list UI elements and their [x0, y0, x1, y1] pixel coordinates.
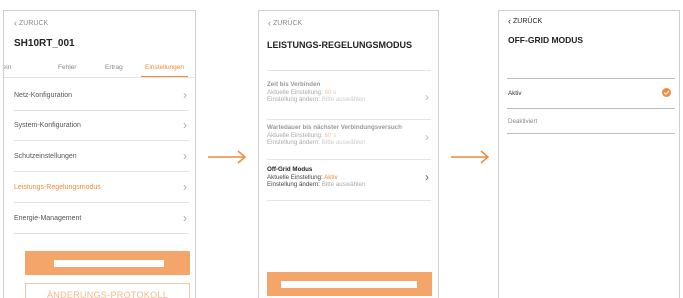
- change-log-button[interactable]: ÄNDERUNGS-PROTOKOLL: [25, 283, 190, 298]
- off-grid-mode-screen: ‹ ZURÜCK OFF-GRID MODUS Aktiv Deaktivier…: [498, 10, 680, 298]
- tab-fehler[interactable]: Fehler: [58, 64, 76, 71]
- change-setting-line: Einstellung ändern: Bitte auswählen: [267, 139, 431, 147]
- change-setting-line: Einstellung ändern: Bitte auswählen: [267, 96, 431, 104]
- divider: [267, 70, 431, 71]
- setting-item-wartedauer[interactable]: Wartedauer bis nächster Verbindungsversu…: [267, 121, 431, 160]
- menu-item-label: Netz-Konfiguration: [14, 92, 72, 99]
- menu-item-label: Leistungs-Regelungsmodus: [14, 184, 101, 191]
- change-setting-hint: Bitte auswählen: [321, 181, 366, 188]
- setting-title: Wartedauer bis nächster Verbindungsversu…: [267, 124, 402, 131]
- change-setting-label: Einstellung ändern:: [267, 96, 320, 103]
- menu-item-system-konfiguration[interactable]: System-Konfiguration ›: [14, 111, 189, 141]
- menu-item-label: Energie-Management: [14, 215, 82, 222]
- redacted-label: [54, 260, 164, 267]
- chevron-right-icon: ›: [425, 130, 429, 144]
- setting-item-zeit-bis-verbinden[interactable]: Zeit bis Verbinden Aktuelle Einstellung:…: [267, 81, 431, 120]
- divider: [507, 78, 675, 79]
- device-name: SH10RT_001: [14, 38, 75, 49]
- tab-divider: [4, 77, 195, 78]
- divider: [507, 133, 675, 134]
- change-setting-label: Einstellung ändern:: [267, 139, 320, 146]
- menu-item-schutzeinstellungen[interactable]: Schutzeinstellungen ›: [14, 142, 189, 172]
- chevron-right-icon: ›: [183, 88, 187, 102]
- setting-title: Zeit bis Verbinden: [267, 81, 321, 88]
- change-setting-hint: Bitte auswählen: [321, 139, 366, 146]
- chevron-left-icon: ‹: [508, 16, 511, 26]
- chevron-right-icon: ›: [425, 170, 429, 184]
- current-setting-line: Aktuelle Einstellung: 60 s: [267, 89, 431, 97]
- setting-item-off-grid-modus[interactable]: Off-Grid Modus Aktuelle Einstellung: Akt…: [267, 161, 431, 201]
- back-label: ZURÜCK: [273, 20, 303, 27]
- current-setting-value: 60 s: [324, 131, 337, 139]
- tab-ertrag[interactable]: Ertrag: [105, 64, 123, 71]
- back-label: ZURÜCK: [513, 18, 543, 25]
- primary-action-button[interactable]: [25, 251, 190, 275]
- chevron-right-icon: ›: [183, 180, 187, 194]
- chevron-right-icon: ›: [183, 118, 187, 132]
- chevron-right-icon: ›: [183, 149, 187, 163]
- divider: [507, 108, 675, 109]
- menu-item-netz-konfiguration[interactable]: Netz-Konfiguration ›: [14, 81, 189, 111]
- tab-bar: gemein Fehler Ertrag Einstellungen: [4, 64, 195, 78]
- arrow-right-icon: [207, 150, 247, 164]
- menu-item-energie-management[interactable]: Energie-Management ›: [14, 204, 189, 234]
- option-deaktiviert[interactable]: Deaktiviert: [508, 118, 537, 125]
- current-setting-label: Aktuelle Einstellung:: [267, 173, 323, 181]
- checkmark-icon: [662, 88, 671, 97]
- redacted-label: [281, 281, 417, 288]
- menu-item-label: System-Konfiguration: [14, 122, 81, 129]
- page-title: OFF-GRID MODUS: [508, 35, 584, 45]
- tab-allgemein[interactable]: gemein: [4, 64, 11, 71]
- chevron-left-icon: ‹: [14, 18, 17, 28]
- power-control-screen: ‹ ZURÜCK LEISTUNGS-REGELUNGSMODUS Zeit b…: [258, 10, 439, 298]
- chevron-right-icon: ›: [183, 211, 187, 225]
- current-setting-value: Aktiv: [324, 173, 338, 181]
- current-setting-label: Aktuelle Einstellung:: [267, 88, 323, 96]
- current-setting-line: Aktuelle Einstellung: 60 s: [267, 132, 431, 140]
- option-aktiv[interactable]: Aktiv: [508, 90, 521, 97]
- change-setting-line: Einstellung ändern: Bitte auswählen: [267, 181, 431, 189]
- back-button[interactable]: ‹ ZURÜCK: [268, 19, 302, 28]
- chevron-left-icon: ‹: [268, 18, 271, 28]
- back-label: ZURÜCK: [19, 20, 49, 27]
- chevron-right-icon: ›: [425, 90, 429, 104]
- menu-item-leistungs-regelungsmodus[interactable]: Leistungs-Regelungsmodus ›: [14, 173, 189, 203]
- back-button[interactable]: ‹ ZURÜCK: [508, 17, 542, 26]
- back-button[interactable]: ‹ ZURÜCK: [14, 19, 48, 28]
- settings-screen: ‹ ZURÜCK SH10RT_001 gemein Fehler Ertrag…: [3, 10, 196, 298]
- tab-einstellungen[interactable]: Einstellungen: [145, 64, 184, 71]
- current-setting-value: 60 s: [324, 88, 337, 96]
- primary-action-button[interactable]: [267, 272, 432, 296]
- change-setting-hint: Bitte auswählen: [321, 96, 366, 103]
- change-setting-label: Einstellung ändern:: [267, 181, 320, 188]
- page-title: LEISTUNGS-REGELUNGSMODUS: [267, 40, 413, 50]
- current-setting-label: Aktuelle Einstellung:: [267, 131, 323, 139]
- current-setting-line: Aktuelle Einstellung: Aktiv: [267, 174, 431, 182]
- setting-title: Off-Grid Modus: [267, 166, 313, 173]
- arrow-right-icon: [450, 150, 490, 164]
- menu-item-label: Schutzeinstellungen: [14, 153, 77, 160]
